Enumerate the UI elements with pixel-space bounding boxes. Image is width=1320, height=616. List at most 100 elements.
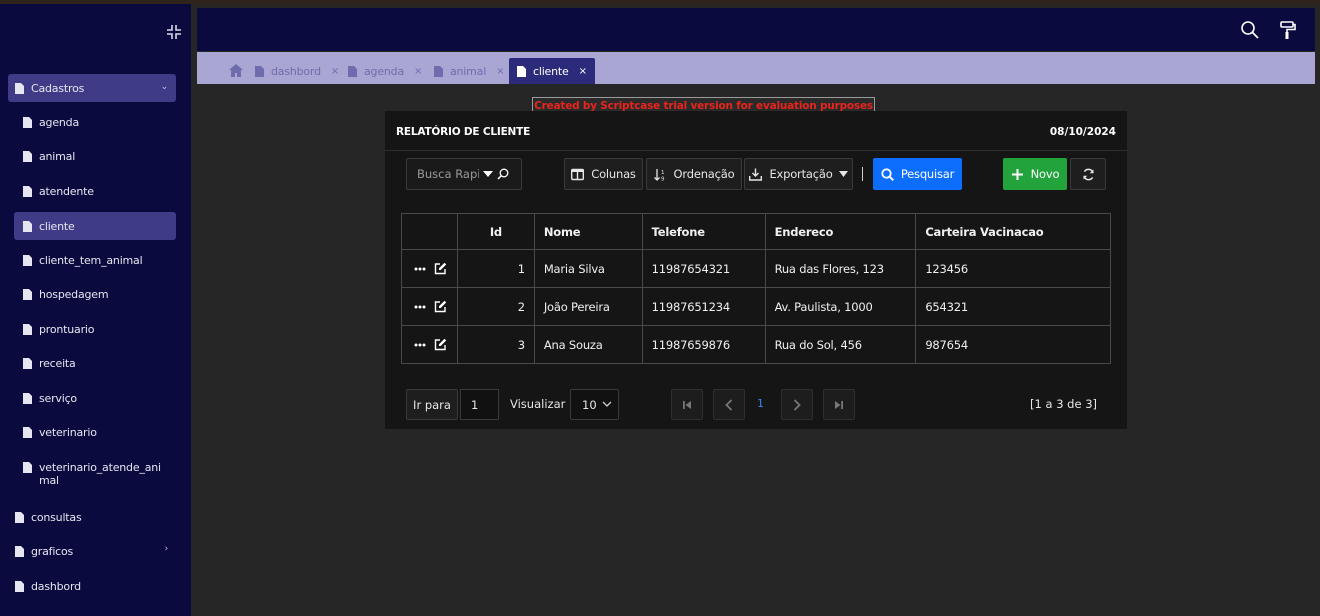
tab-cliente[interactable]: cliente ×: [509, 58, 595, 84]
tab-agenda[interactable]: agenda ×: [348, 58, 422, 84]
table-row: 1 Maria Silva 11987654321 Rua das Flores…: [401, 249, 1111, 288]
menu-graficos-label: graficos: [31, 544, 74, 558]
cell-endereco: Rua das Flores, 123: [764, 249, 917, 288]
svg-text:1: 1: [661, 170, 664, 176]
paint-roller-icon[interactable]: [1277, 20, 1297, 40]
column-header-telefone[interactable]: Telefone: [641, 213, 766, 250]
cell-carteira: 654321: [915, 287, 1111, 326]
cell-carteira: 123456: [915, 249, 1111, 288]
first-page-icon: [683, 400, 691, 409]
sidebar-item-prontuario[interactable]: prontuario: [14, 315, 176, 343]
file-icon: [23, 426, 32, 438]
caret-down-icon[interactable]: [483, 170, 493, 178]
sidebar-item-label: atendente: [39, 184, 94, 198]
chevron-left-icon: [725, 398, 733, 411]
sort-label: Ordenação: [673, 167, 735, 181]
sort-button[interactable]: 1 9 Ordenação: [646, 158, 742, 190]
edit-icon[interactable]: [434, 300, 447, 313]
file-icon: [23, 357, 32, 369]
close-icon[interactable]: ×: [496, 66, 504, 77]
report-panel: RELATÓRIO DE CLIENTE 08/10/2024 Busca Ra…: [385, 111, 1127, 429]
sidebar-item-label: animal: [39, 149, 76, 163]
close-icon[interactable]: ×: [414, 66, 422, 77]
home-icon[interactable]: [229, 64, 243, 77]
edit-icon[interactable]: [434, 262, 447, 275]
column-header-nome[interactable]: Nome: [533, 213, 643, 250]
close-icon[interactable]: ×: [331, 66, 339, 77]
tab-label: agenda: [364, 64, 404, 78]
current-page[interactable]: 1: [757, 397, 764, 410]
column-header-id[interactable]: Id: [456, 213, 535, 250]
refresh-button[interactable]: [1070, 158, 1106, 190]
edit-icon[interactable]: [434, 338, 447, 351]
next-page-button[interactable]: [781, 389, 813, 420]
sidebar-item-veterinario-atende-animal[interactable]: veterinario_atende_animal: [14, 457, 176, 493]
cell-id: 2: [456, 287, 535, 326]
column-header-carteira-vacinacao[interactable]: Carteira Vacinacao: [915, 213, 1111, 250]
sidebar-item-label: cliente_tem_animal: [39, 253, 143, 267]
page-size-value: 10: [582, 397, 597, 412]
menu-consultas-label: consultas: [31, 510, 82, 524]
row-actions-cell: [401, 249, 458, 288]
sidebar-item-veterinario[interactable]: veterinario: [14, 418, 176, 446]
collapse-icon[interactable]: [166, 24, 182, 40]
first-page-button[interactable]: [671, 389, 703, 420]
sidebar-item-cliente-tem-animal[interactable]: cliente_tem_animal: [14, 246, 176, 274]
file-icon: [15, 82, 24, 94]
sidebar-item-servico[interactable]: serviço: [14, 384, 176, 412]
menu-graficos[interactable]: graficos ›: [8, 537, 176, 565]
svg-text:9: 9: [661, 176, 665, 181]
last-page-button[interactable]: [823, 389, 855, 420]
column-header-endereco[interactable]: Endereco: [764, 213, 917, 250]
export-button[interactable]: Exportação: [744, 158, 853, 190]
report-date: 08/10/2024: [1049, 126, 1116, 138]
file-icon: [23, 220, 32, 232]
more-options-icon[interactable]: [414, 267, 426, 271]
sidebar-item-hospedagem[interactable]: hospedagem: [14, 280, 176, 308]
page-size-select[interactable]: 10: [570, 389, 619, 420]
top-strip: [0, 0, 1320, 4]
client-table: Id Nome Telefone Endereco Carteira Vacin…: [401, 213, 1111, 364]
goto-page-input[interactable]: 1: [460, 389, 499, 420]
menu-consultas[interactable]: consultas: [8, 503, 176, 531]
cell-id: 1: [456, 249, 535, 288]
cell-telefone: 11987651234: [641, 287, 766, 326]
previous-page-button[interactable]: [713, 389, 745, 420]
columns-button[interactable]: Colunas: [564, 158, 643, 190]
cell-id: 3: [456, 325, 535, 364]
cell-nome: Maria Silva: [533, 249, 643, 288]
quick-search-input[interactable]: Busca Rapida: [406, 158, 522, 190]
sidebar-item-animal[interactable]: animal: [14, 142, 176, 170]
chevron-right-icon: ›: [164, 544, 169, 554]
search-icon[interactable]: [497, 168, 509, 180]
sidebar-item-cliente[interactable]: cliente: [14, 212, 176, 240]
sidebar: Cadastros ⌄ agenda animal atendente clie…: [0, 4, 191, 616]
close-icon[interactable]: ×: [579, 66, 587, 77]
page-size-label: Visualizar: [510, 397, 566, 411]
more-options-icon[interactable]: [414, 305, 426, 309]
sidebar-item-label: hospedagem: [39, 287, 109, 301]
search-icon[interactable]: [1240, 20, 1260, 40]
new-button[interactable]: Novo: [1003, 158, 1067, 190]
menu-cadastros-label: Cadastros: [31, 81, 85, 95]
sidebar-item-atendente[interactable]: atendente: [14, 177, 176, 205]
cell-telefone: 11987654321: [641, 249, 766, 288]
cell-nome: Ana Souza: [533, 325, 643, 364]
search-icon: [881, 167, 894, 181]
sidebar-item-receita[interactable]: receita: [14, 349, 176, 377]
tab-animal[interactable]: animal ×: [434, 58, 504, 84]
sidebar-item-label: agenda: [39, 115, 79, 129]
sidebar-item-agenda[interactable]: agenda: [14, 108, 176, 136]
menu-cadastros[interactable]: Cadastros ⌄: [8, 74, 176, 102]
menu-dashbord-label: dashbord: [31, 579, 81, 593]
goto-page-button[interactable]: Ir para: [406, 389, 458, 420]
cell-endereco: Av. Paulista, 1000: [764, 287, 917, 326]
menu-dashbord[interactable]: dashbord: [8, 572, 176, 600]
more-options-icon[interactable]: [414, 343, 426, 347]
table-header-row: Id Nome Telefone Endereco Carteira Vacin…: [401, 213, 1111, 250]
tab-label: animal: [450, 64, 487, 78]
caret-down-icon: [838, 171, 848, 177]
tab-dashbord[interactable]: dashbord ×: [255, 58, 339, 84]
search-button[interactable]: Pesquisar: [873, 158, 962, 190]
file-icon: [15, 580, 24, 592]
